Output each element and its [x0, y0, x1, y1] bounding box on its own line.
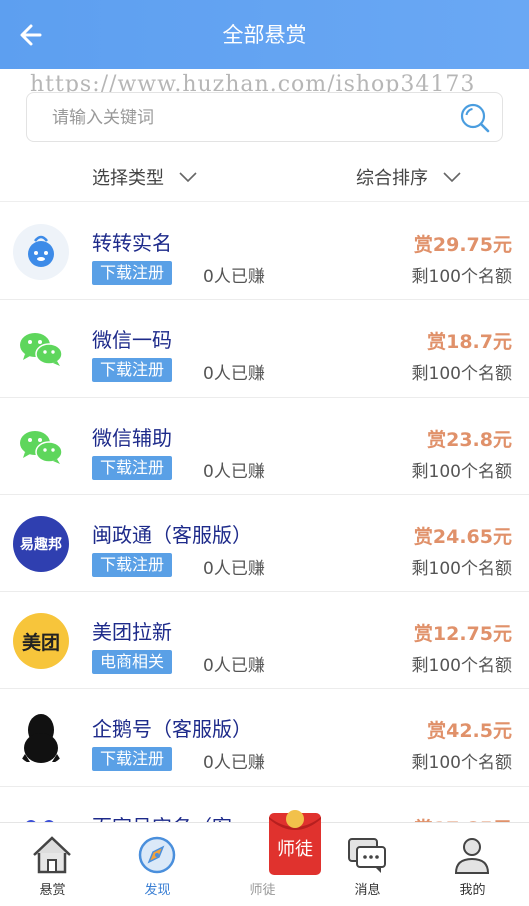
task-row[interactable]: 微信一码 下载注册 0人已赚 赏18.7元 剩100个名额	[0, 300, 529, 398]
search-icon[interactable]	[458, 101, 492, 135]
top-header: 全部悬赏	[0, 0, 529, 69]
compass-icon	[138, 836, 176, 874]
task-name: 闽政通（客服版）	[92, 522, 252, 547]
task-reward: 赏18.7元	[427, 331, 512, 354]
task-row[interactable]: 企鹅号（客服版） 下载注册 0人已赚 赏42.5元 剩100个名额	[0, 689, 529, 787]
tab-reward[interactable]: 悬赏	[0, 823, 105, 906]
filter-bar: 选择类型 综合排序	[0, 150, 529, 202]
chevron-down-icon	[179, 172, 197, 183]
task-earned-count: 0人已赚	[203, 267, 265, 287]
task-name: 转转实名	[92, 231, 172, 255]
task-reward: 赏12.75元	[413, 623, 512, 646]
message-icon	[348, 838, 386, 873]
page-title: 全部悬赏	[222, 23, 307, 47]
task-category-tag: 下载注册	[92, 747, 173, 772]
tab-label: 我的	[459, 883, 486, 898]
task-earned-count: 0人已赚	[203, 656, 265, 677]
search-input[interactable]	[52, 105, 452, 131]
task-remaining: 剩100个名额	[411, 558, 512, 579]
type-filter-label: 选择类型	[92, 168, 164, 189]
tab-profile[interactable]: 我的	[420, 823, 525, 906]
chevron-down-icon	[443, 172, 461, 183]
task-earned-count: 0人已赚	[203, 461, 265, 482]
task-earned-count: 0人已赚	[203, 753, 265, 774]
search-box	[26, 92, 503, 142]
sort-filter-dropdown[interactable]: 综合排序	[356, 164, 462, 190]
tab-mentor[interactable]: 师徒 师徒	[210, 810, 321, 906]
task-row[interactable]: 转转实名 下载注册 0人已赚 赏29.75元 剩100个名额	[0, 203, 529, 301]
task-earned-count: 0人已赚	[203, 558, 265, 579]
tab-discover[interactable]: 发现	[105, 823, 210, 906]
task-earned-count: 0人已赚	[203, 364, 265, 385]
bottom-tab-bar: 悬赏 发现 师徒 师徒 消息 我的	[0, 810, 529, 906]
tab-messages[interactable]: 消息	[315, 823, 420, 906]
task-reward: 赏29.75元	[413, 234, 512, 256]
task-remaining: 剩100个名额	[411, 656, 512, 677]
task-category-tag: 下载注册	[92, 552, 173, 577]
task-remaining: 剩100个名额	[411, 753, 512, 774]
task-name: 微信一码	[92, 328, 172, 353]
task-reward: 赏42.5元	[427, 720, 512, 743]
task-row[interactable]: 易趣邦 闽政通（客服版） 下载注册 0人已赚 赏24.65元 剩100个名额	[0, 495, 529, 593]
yiqubang-logo-icon: 易趣邦	[13, 515, 69, 572]
user-icon	[454, 838, 490, 874]
tab-label: 发现	[144, 883, 171, 898]
zhuanzhuan-logo-icon	[13, 224, 69, 280]
task-name: 企鹅号（客服版）	[92, 717, 252, 742]
task-list: 转转实名 下载注册 0人已赚 赏29.75元 剩100个名额 微信一码 下载注册…	[0, 203, 529, 823]
task-category-tag: 下载注册	[92, 261, 173, 285]
task-row[interactable]: 微信辅助 下载注册 0人已赚 赏23.8元 剩100个名额	[0, 398, 529, 495]
meituan-logo-icon: 美团	[13, 613, 69, 670]
task-category-tag: 电商相关	[92, 650, 173, 675]
home-icon	[33, 836, 71, 874]
task-reward: 赏23.8元	[427, 428, 512, 451]
tab-label: 消息	[354, 883, 381, 898]
task-row[interactable]: 美团 美团拉新 电商相关 0人已赚 赏12.75元 剩100个名额	[0, 592, 529, 690]
wechat-logo-icon	[13, 321, 69, 377]
task-remaining: 剩100个名额	[411, 364, 512, 385]
tab-label: 悬赏	[39, 883, 66, 898]
task-reward: 赏24.65元	[413, 525, 512, 548]
tab-label: 师徒	[249, 883, 276, 898]
sort-filter-label: 综合排序	[356, 168, 428, 189]
task-category-tag: 下载注册	[92, 455, 173, 480]
task-name: 微信辅助	[92, 425, 172, 450]
penguin-logo-icon	[13, 710, 69, 766]
type-filter-dropdown[interactable]: 选择类型	[92, 164, 198, 190]
red-envelope-text: 师徒	[277, 839, 313, 860]
task-category-tag: 下载注册	[92, 358, 173, 383]
baijiahao-logo-icon	[13, 808, 69, 823]
wechat-logo-icon	[13, 419, 69, 475]
red-envelope-icon: 师徒	[235, 795, 321, 875]
task-name: 美团拉新	[92, 620, 172, 645]
task-remaining: 剩100个名额	[411, 461, 512, 482]
task-remaining: 剩100个名额	[411, 267, 512, 287]
